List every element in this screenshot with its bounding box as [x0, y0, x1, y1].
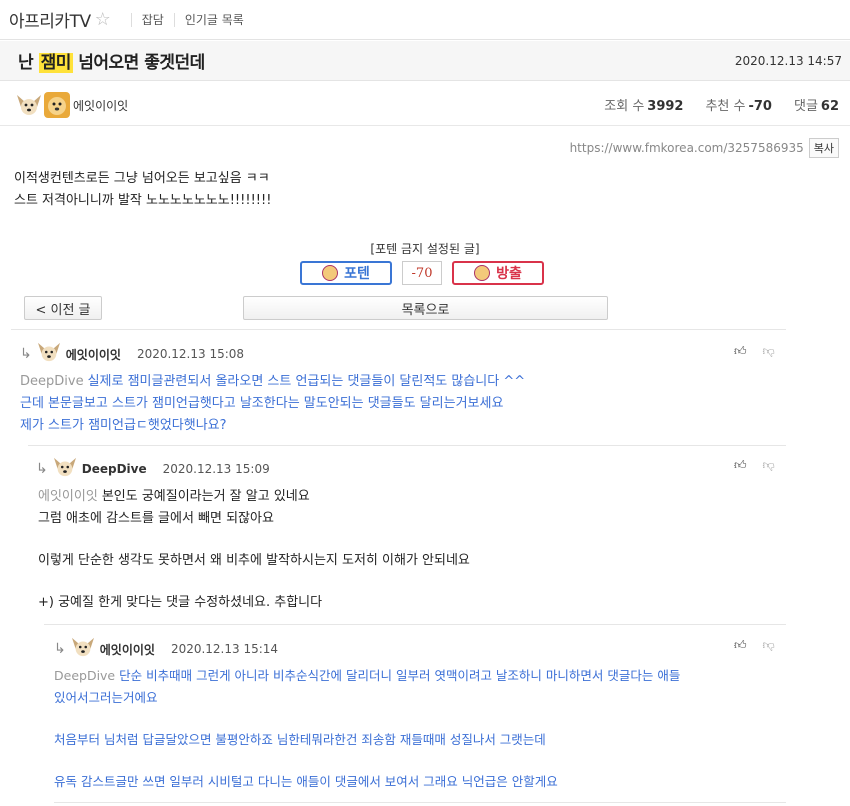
- comment-votes: 👍︎ 👎︎: [734, 344, 775, 359]
- comment-line: 에잇이이잇 본인도 궁예질이라는거 잘 알고 있네요: [38, 486, 470, 508]
- post-url-row: https://www.fmkorea.com/3257586935 복사: [570, 138, 839, 158]
- post-meta: 에잇이이잇 조회 수 3992 추천 수 -70 댓글 62: [0, 82, 850, 126]
- comment-line: +) 궁예질 한게 맞다는 댓글 수정하셨네요. 추합니다: [38, 595, 323, 610]
- dog-avatar-icon: [16, 93, 41, 117]
- thumbs-up-icon[interactable]: 👍︎: [734, 638, 747, 653]
- comment-header: ↳ 에잇이이잇 2020.12.13 15:08: [20, 341, 244, 367]
- title-highlight: 잼미: [38, 53, 73, 73]
- title-pre: 난: [18, 53, 39, 73]
- dog-avatar-icon: [70, 636, 96, 662]
- views-count: 3992: [647, 99, 684, 114]
- angry-face-icon: [474, 265, 491, 281]
- post-body-line: 이적생컨텐츠로든 그냥 넘어오든 보고싶음 ㅋㅋ: [14, 171, 270, 186]
- comment-line: 있어서그러는거에요: [54, 690, 158, 705]
- prev-post-button[interactable]: < 이전 글: [24, 296, 102, 320]
- comment-date: 2020.12.13 15:09: [162, 462, 270, 476]
- list-button[interactable]: 목록으로: [243, 296, 608, 320]
- comment-header: ↳ DeepDive 2020.12.13 15:09: [36, 456, 270, 482]
- top-nav: 잡담 인기글 목록: [121, 11, 244, 28]
- post-url[interactable]: https://www.fmkorea.com/3257586935: [570, 141, 804, 155]
- post-author[interactable]: 에잇이이잇: [73, 97, 128, 114]
- thumbs-down-icon[interactable]: 👎︎: [763, 344, 775, 359]
- nav-divider: [130, 12, 132, 27]
- reply-arrow-icon: ↳: [36, 461, 48, 477]
- recommend-label: 추천 수: [705, 99, 746, 114]
- divider: [44, 624, 786, 625]
- comment-line: 근데 본문글보고 스트가 잼미언급햇다고 날조한다는 말도안되는 댓글들도 달리…: [20, 396, 504, 411]
- nav-item-popular[interactable]: 인기글 목록: [185, 11, 244, 28]
- views-stat: 조회 수 3992: [604, 95, 683, 114]
- nav-divider: [173, 12, 175, 27]
- comment-line: 제가 스트가 잼미언급ㄷ햇었다햇나요?: [20, 418, 227, 433]
- dog-avatar-icon: [36, 341, 62, 367]
- dog-avatar-icon: [52, 456, 78, 482]
- comment-line: DeepDive 단순 비추때매 그런게 아니라 비추순식간에 달리더니 일부러 …: [54, 665, 680, 687]
- downvote-button[interactable]: 방출: [452, 261, 544, 285]
- comments-stat: 댓글 62: [794, 95, 839, 114]
- comment-author[interactable]: 에잇이이잇: [100, 641, 155, 658]
- comment-header: ↳ 에잇이이잇 2020.12.13 15:14: [54, 636, 278, 662]
- recommend-stat: 추천 수 -70: [705, 95, 772, 114]
- comment-text: 본인도 궁예질이라는거 잘 알고 있네요: [101, 489, 310, 504]
- comment-line: 처음부터 님처럼 답글달았으면 불평안하죠 님한테뭐라한건 죄송함 재들때매 성…: [54, 732, 546, 747]
- post-date: 2020.12.13 14:57: [734, 54, 842, 68]
- comment-author[interactable]: DeepDive: [82, 462, 147, 476]
- happy-face-icon: [322, 265, 339, 281]
- comments-count: 62: [820, 99, 839, 114]
- post-body: 이적생컨텐츠로든 그냥 넘어오든 보고싶음 ㅋㅋ 스트 저격아니니까 발작 노노…: [14, 168, 271, 212]
- thumbs-down-icon[interactable]: 👎︎: [763, 638, 775, 653]
- vote-bar: 포텐 -70 방출: [300, 261, 544, 285]
- nav-item-chat[interactable]: 잡담: [142, 11, 164, 28]
- title-post: 넘어오면 좋겟던데: [72, 53, 205, 73]
- vote-notice: [포텐 금지 설정된 글]: [370, 242, 480, 256]
- comment-text: 실제로 잼미글관련되서 올라오면 스트 언급되는 댓글들이 달린적도 많습니다 …: [87, 374, 526, 389]
- vote-count: -70: [402, 261, 442, 285]
- reply-arrow-icon: ↳: [20, 346, 32, 362]
- comment-mention[interactable]: 에잇이이잇: [38, 489, 98, 504]
- post-stats: 조회 수 3992 추천 수 -70 댓글 62: [582, 95, 839, 114]
- comment-body: 에잇이이잇 본인도 궁예질이라는거 잘 알고 있네요 그럼 애초에 감스트를 글에…: [38, 486, 470, 614]
- comment-date: 2020.12.13 15:08: [136, 347, 245, 361]
- shiba-avatar-icon: [44, 92, 70, 118]
- thumbs-down-icon[interactable]: 👎︎: [763, 458, 775, 473]
- comment-line: 그럼 애초에 감스트를 글에서 빼면 되잖아요: [38, 511, 274, 526]
- comment-line: DeepDive 실제로 잼미글관련되서 올라오면 스트 언급되는 댓글들이 달린…: [20, 371, 525, 393]
- comment-line: 이렇게 단순한 생각도 못하면서 왜 비추에 발작하시는지 도저히 이해가 안되…: [38, 553, 470, 568]
- views-label: 조회 수: [604, 99, 645, 114]
- post-title: 난 잼미 넘어오면 좋겟던데: [18, 48, 205, 73]
- comment-body: DeepDive 단순 비추때매 그런게 아니라 비추순식간에 달리더니 일부러 …: [54, 665, 680, 793]
- star-icon[interactable]: ☆: [95, 9, 111, 30]
- reply-arrow-icon: ↳: [54, 641, 66, 657]
- comment-text: 단순 비추때매 그런게 아니라 비추순식간에 달리더니 일부러 엿맥이려고 날조…: [119, 668, 681, 683]
- post-body-line: 스트 저격아니니까 발작 노노노노노노노!!!!!!!!: [14, 193, 272, 208]
- recommend-count: -70: [748, 99, 772, 114]
- comment-line: 유독 감스트글만 쓰면 일부러 시비털고 다니는 애들이 댓글에서 보여서 그래…: [54, 774, 558, 789]
- comment-votes: 👍︎ 👎︎: [734, 458, 775, 473]
- upvote-label: 포텐: [344, 266, 370, 282]
- divider: [11, 329, 786, 330]
- comment-date: 2020.12.13 15:14: [170, 642, 279, 656]
- divider: [28, 445, 786, 446]
- site-header: 아프리카TV ☆ 잡담 인기글 목록: [0, 0, 850, 40]
- thumbs-up-icon[interactable]: 👍︎: [734, 344, 747, 359]
- comment-votes: 👍︎ 👎︎: [734, 638, 775, 653]
- comments-label: 댓글: [793, 99, 818, 114]
- divider: [54, 802, 786, 803]
- site-brand[interactable]: 아프리카TV: [9, 7, 91, 32]
- comment-body: DeepDive 실제로 잼미글관련되서 올라오면 스트 언급되는 댓글들이 달린…: [20, 371, 525, 437]
- comment-mention[interactable]: DeepDive: [20, 374, 84, 389]
- post-title-bar: 난 잼미 넘어오면 좋겟던데 2020.12.13 14:57: [0, 41, 850, 81]
- thumbs-up-icon[interactable]: 👍︎: [734, 458, 747, 473]
- copy-url-button[interactable]: 복사: [808, 138, 839, 158]
- comment-author[interactable]: 에잇이이잇: [66, 346, 121, 363]
- upvote-button[interactable]: 포텐: [300, 261, 392, 285]
- comment-mention[interactable]: DeepDive: [54, 668, 115, 683]
- downvote-label: 방출: [496, 266, 522, 282]
